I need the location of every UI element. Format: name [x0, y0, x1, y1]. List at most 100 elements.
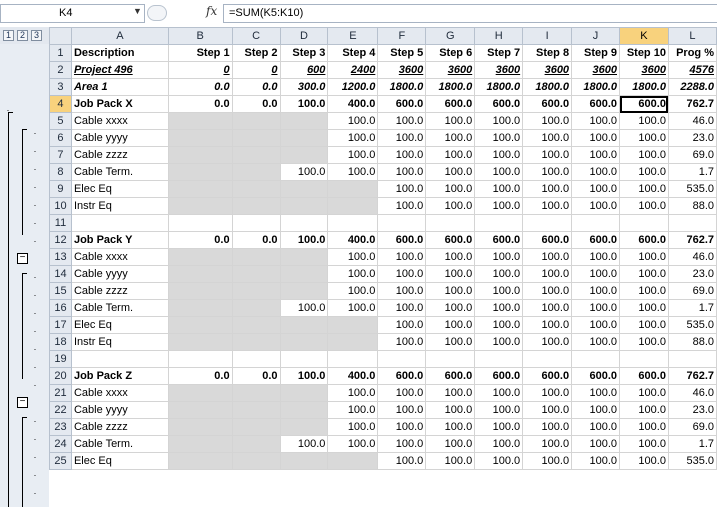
cell-j13[interactable]: 100.0 — [571, 248, 620, 266]
column-header-g[interactable]: G — [425, 27, 476, 45]
cell-k20[interactable]: 600.0 — [619, 367, 669, 385]
cell-c23[interactable] — [231, 418, 281, 436]
cell-h19[interactable] — [474, 350, 524, 368]
cell-j23[interactable]: 100.0 — [571, 418, 620, 436]
cell-i5[interactable]: 100.0 — [522, 112, 573, 130]
cell-e18[interactable] — [327, 333, 379, 351]
cell-f4[interactable]: 600.0 — [377, 95, 427, 113]
cell-d13[interactable] — [279, 248, 329, 266]
cell-b25[interactable] — [167, 452, 233, 470]
cell-l11[interactable] — [667, 214, 717, 232]
cell-h11[interactable] — [474, 214, 524, 232]
cell-f5[interactable]: 100.0 — [377, 112, 427, 130]
cell-b16[interactable] — [167, 299, 233, 317]
cell-b1[interactable]: Step 1 — [167, 44, 233, 62]
cell-d22[interactable] — [279, 401, 329, 419]
row-header[interactable]: 3 — [49, 78, 72, 96]
cell-i1[interactable]: Step 8 — [522, 44, 573, 62]
cell-b19[interactable] — [167, 350, 233, 368]
cell-c9[interactable] — [231, 180, 281, 198]
cell-g18[interactable]: 100.0 — [425, 333, 476, 351]
row-header[interactable]: 1 — [49, 44, 72, 62]
cell-h16[interactable]: 100.0 — [474, 299, 524, 317]
cell-a18[interactable]: Instr Eq — [70, 333, 169, 351]
cell-j20[interactable]: 600.0 — [571, 367, 620, 385]
row-header[interactable]: 10 — [49, 197, 72, 215]
cell-f20[interactable]: 600.0 — [377, 367, 427, 385]
cell-a12[interactable]: Job Pack Y — [70, 231, 169, 249]
cell-j9[interactable]: 100.0 — [571, 180, 620, 198]
cell-h14[interactable]: 100.0 — [474, 265, 524, 283]
cell-e13[interactable]: 100.0 — [327, 248, 379, 266]
column-header-e[interactable]: E — [327, 27, 379, 45]
cell-g4[interactable]: 600.0 — [425, 95, 476, 113]
cell-a20[interactable]: Job Pack Z — [70, 367, 169, 385]
cell-i20[interactable]: 600.0 — [522, 367, 573, 385]
cell-e11[interactable] — [327, 214, 379, 232]
cell-b4[interactable]: 0.0 — [167, 95, 233, 113]
cell-c21[interactable] — [231, 384, 281, 402]
cell-i13[interactable]: 100.0 — [522, 248, 573, 266]
cell-g12[interactable]: 600.0 — [425, 231, 476, 249]
cell-c8[interactable] — [231, 163, 281, 181]
cell-e19[interactable] — [327, 350, 379, 368]
cell-a10[interactable]: Instr Eq — [70, 197, 169, 215]
cell-b5[interactable] — [167, 112, 233, 130]
cell-l16[interactable]: 1.7 — [667, 299, 717, 317]
cell-a2[interactable]: Project 496 — [70, 61, 169, 79]
cell-d24[interactable]: 100.0 — [279, 435, 329, 453]
cell-b6[interactable] — [167, 129, 233, 147]
cell-h18[interactable]: 100.0 — [474, 333, 524, 351]
cell-c19[interactable] — [231, 350, 281, 368]
cell-j3[interactable]: 1800.0 — [571, 78, 620, 96]
cell-d11[interactable] — [279, 214, 329, 232]
cell-h13[interactable]: 100.0 — [474, 248, 524, 266]
cell-e20[interactable]: 400.0 — [327, 367, 379, 385]
cell-f7[interactable]: 100.0 — [377, 146, 427, 164]
cell-i10[interactable]: 100.0 — [522, 197, 573, 215]
cell-e7[interactable]: 100.0 — [327, 146, 379, 164]
cell-i17[interactable]: 100.0 — [522, 316, 573, 334]
cell-b7[interactable] — [167, 146, 233, 164]
column-header-a[interactable]: A — [70, 27, 169, 45]
cell-j18[interactable]: 100.0 — [571, 333, 620, 351]
cell-c3[interactable]: 0.0 — [231, 78, 281, 96]
cell-g2[interactable]: 3600 — [425, 61, 476, 79]
cell-c5[interactable] — [231, 112, 281, 130]
cell-a24[interactable]: Cable Term. — [70, 435, 169, 453]
cell-j6[interactable]: 100.0 — [571, 129, 620, 147]
cell-f19[interactable] — [377, 350, 427, 368]
cell-j5[interactable]: 100.0 — [571, 112, 620, 130]
outline-level-3-button[interactable]: 3 — [31, 30, 42, 41]
cell-e3[interactable]: 1200.0 — [327, 78, 379, 96]
cell-k14[interactable]: 100.0 — [619, 265, 669, 283]
column-header-b[interactable]: B — [167, 27, 233, 45]
cell-e10[interactable] — [327, 197, 379, 215]
row-header[interactable]: 25 — [49, 452, 72, 470]
cell-h24[interactable]: 100.0 — [474, 435, 524, 453]
row-header[interactable]: 8 — [49, 163, 72, 181]
cell-f9[interactable]: 100.0 — [377, 180, 427, 198]
cell-b23[interactable] — [167, 418, 233, 436]
cell-h12[interactable]: 600.0 — [474, 231, 524, 249]
cell-f14[interactable]: 100.0 — [377, 265, 427, 283]
cell-l4[interactable]: 762.7 — [667, 95, 717, 113]
cell-k23[interactable]: 100.0 — [619, 418, 669, 436]
cell-a16[interactable]: Cable Term. — [70, 299, 169, 317]
row-header[interactable]: 13 — [49, 248, 72, 266]
cell-l6[interactable]: 23.0 — [667, 129, 717, 147]
cell-e17[interactable] — [327, 316, 379, 334]
cell-h10[interactable]: 100.0 — [474, 197, 524, 215]
cell-f2[interactable]: 3600 — [377, 61, 427, 79]
cell-c18[interactable] — [231, 333, 281, 351]
cell-l15[interactable]: 69.0 — [667, 282, 717, 300]
cell-g15[interactable]: 100.0 — [425, 282, 476, 300]
cell-a21[interactable]: Cable xxxx — [70, 384, 169, 402]
cell-b18[interactable] — [167, 333, 233, 351]
cell-f16[interactable]: 100.0 — [377, 299, 427, 317]
cell-f12[interactable]: 600.0 — [377, 231, 427, 249]
cell-d15[interactable] — [279, 282, 329, 300]
outline-level-2-button[interactable]: 2 — [17, 30, 28, 41]
cell-k8[interactable]: 100.0 — [619, 163, 669, 181]
cell-c17[interactable] — [231, 316, 281, 334]
